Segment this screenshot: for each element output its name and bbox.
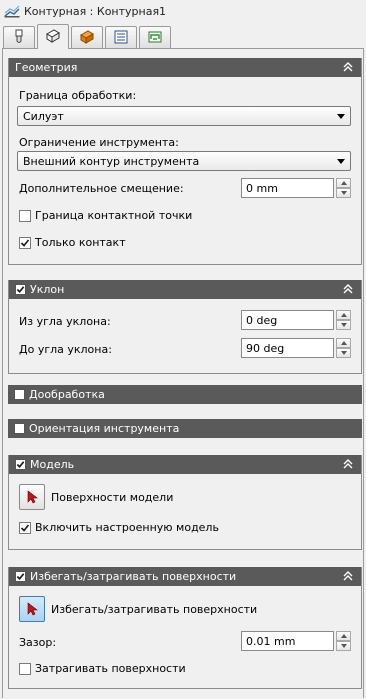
offset-label: Дополнительное смещение: xyxy=(19,182,184,195)
offset-stepper[interactable]: 0 mm xyxy=(241,178,351,198)
rest-group-header[interactable]: Дообработка xyxy=(8,385,362,404)
contact-boundary-row[interactable]: Граница контактной точки xyxy=(19,209,192,222)
orientation-header-label: Ориентация инструмента xyxy=(29,422,180,435)
check-icon xyxy=(16,286,25,293)
spin-up-icon[interactable] xyxy=(336,178,351,188)
chevron-down-icon xyxy=(337,114,345,119)
tab-heights[interactable] xyxy=(71,26,103,49)
linking-icon xyxy=(147,29,163,48)
slope-group-header[interactable]: Уклон xyxy=(9,280,361,299)
spin-up-icon[interactable] xyxy=(336,338,351,348)
passes-icon xyxy=(113,29,129,48)
clearance-stepper[interactable]: 0.01 mm xyxy=(241,631,351,651)
properties-panel: Геометрия Граница обработки: Силуэт Огра… xyxy=(2,48,364,698)
heights-icon xyxy=(79,29,95,48)
avoid-surfaces-select-button[interactable] xyxy=(19,596,45,622)
avoid-header-label: Избегать/затрагивать поверхности xyxy=(30,570,237,583)
model-group-header[interactable]: Модель xyxy=(9,455,361,474)
boundary-label: Граница обработки: xyxy=(19,89,137,102)
check-icon xyxy=(16,461,25,468)
contact-boundary-label: Граница контактной точки xyxy=(35,209,193,222)
slope-group: Уклон Из угла уклона: 0 deg До угла укло… xyxy=(8,280,362,374)
cursor-arrow-icon xyxy=(27,490,38,504)
geometry-header-label: Геометрия xyxy=(15,61,78,74)
slope-enable-checkbox[interactable] xyxy=(15,284,26,295)
check-icon xyxy=(16,573,25,580)
spin-down-icon[interactable] xyxy=(336,641,351,651)
title-bar: Контурная : Контурная1 xyxy=(0,0,366,22)
include-stock-checkbox[interactable] xyxy=(19,521,31,534)
collapse-icon[interactable] xyxy=(341,569,355,583)
slope-header-label: Уклон xyxy=(30,283,65,296)
cursor-arrow-icon xyxy=(27,602,38,616)
check-icon xyxy=(20,238,30,247)
rest-header-label: Дообработка xyxy=(29,388,105,401)
tool-limit-select[interactable]: Внешний контур инструмента xyxy=(17,151,351,171)
rest-enable-checkbox[interactable] xyxy=(14,389,25,400)
tab-passes[interactable] xyxy=(105,26,137,49)
contact-only-row[interactable]: Только контакт xyxy=(19,236,126,249)
avoid-group: Избегать/затрагивать поверхности Избегат… xyxy=(8,567,362,689)
geometry-icon xyxy=(45,28,61,47)
model-surfaces-label: Поверхности модели xyxy=(51,491,174,504)
include-stock-label: Включить настроенную модель xyxy=(35,521,219,534)
model-group: Модель Поверхности модели Включить настр… xyxy=(8,455,362,550)
geometry-group: Геометрия Граница обработки: Силуэт Огра… xyxy=(8,58,362,265)
spin-down-icon[interactable] xyxy=(336,320,351,330)
check-icon xyxy=(20,523,30,532)
slope-from-label: Из угла уклона: xyxy=(19,315,111,328)
slope-to-field[interactable]: 90 deg xyxy=(241,338,334,358)
chevron-down-icon xyxy=(337,159,345,164)
geometry-group-header[interactable]: Геометрия xyxy=(9,58,361,77)
clearance-field[interactable]: 0.01 mm xyxy=(241,631,334,651)
collapse-icon[interactable] xyxy=(341,60,355,74)
collapse-icon[interactable] xyxy=(341,282,355,296)
model-header-label: Модель xyxy=(30,458,75,471)
slope-to-stepper[interactable]: 90 deg xyxy=(241,338,351,358)
tab-geometry[interactable] xyxy=(37,24,69,49)
tab-strip xyxy=(3,24,173,49)
touch-surfaces-label: Затрагивать поверхности xyxy=(35,662,186,675)
spin-down-icon[interactable] xyxy=(336,348,351,358)
spin-up-icon[interactable] xyxy=(336,310,351,320)
slope-from-field[interactable]: 0 deg xyxy=(241,310,334,330)
model-surfaces-select-button[interactable] xyxy=(19,484,45,510)
clearance-label: Зазор: xyxy=(19,636,57,649)
spin-up-icon[interactable] xyxy=(336,631,351,641)
model-enable-checkbox[interactable] xyxy=(15,459,26,470)
avoid-surfaces-label: Избегать/затрагивать поверхности xyxy=(51,603,258,616)
slope-to-label: До угла уклона: xyxy=(19,343,112,356)
collapse-icon[interactable] xyxy=(341,457,355,471)
tab-tool[interactable] xyxy=(3,26,35,49)
tool-icon xyxy=(12,29,26,48)
avoid-enable-checkbox[interactable] xyxy=(15,571,26,582)
contact-boundary-checkbox[interactable] xyxy=(19,209,31,222)
orientation-group-header[interactable]: Ориентация инструмента xyxy=(8,419,362,438)
tool-limit-value: Внешний контур инструмента xyxy=(23,154,200,168)
spin-down-icon[interactable] xyxy=(336,188,351,198)
orientation-group: Ориентация инструмента xyxy=(8,419,362,438)
tool-limit-label: Ограничение инструмента: xyxy=(19,136,179,149)
offset-field[interactable]: 0 mm xyxy=(241,178,334,198)
tab-linking[interactable] xyxy=(139,26,171,49)
orientation-enable-checkbox[interactable] xyxy=(14,423,25,434)
touch-surfaces-row[interactable]: Затрагивать поверхности xyxy=(19,662,186,675)
contact-only-label: Только контакт xyxy=(35,236,126,249)
boundary-value: Силуэт xyxy=(23,109,64,123)
contact-only-checkbox[interactable] xyxy=(19,236,31,249)
touch-surfaces-checkbox[interactable] xyxy=(19,662,31,675)
boundary-select[interactable]: Силуэт xyxy=(17,106,351,126)
contour-operation-icon xyxy=(4,3,20,19)
rest-group: Дообработка xyxy=(8,385,362,404)
window-title: Контурная : Контурная1 xyxy=(24,4,167,18)
slope-from-stepper[interactable]: 0 deg xyxy=(241,310,351,330)
avoid-group-header[interactable]: Избегать/затрагивать поверхности xyxy=(9,567,361,586)
include-stock-row[interactable]: Включить настроенную модель xyxy=(19,521,219,534)
